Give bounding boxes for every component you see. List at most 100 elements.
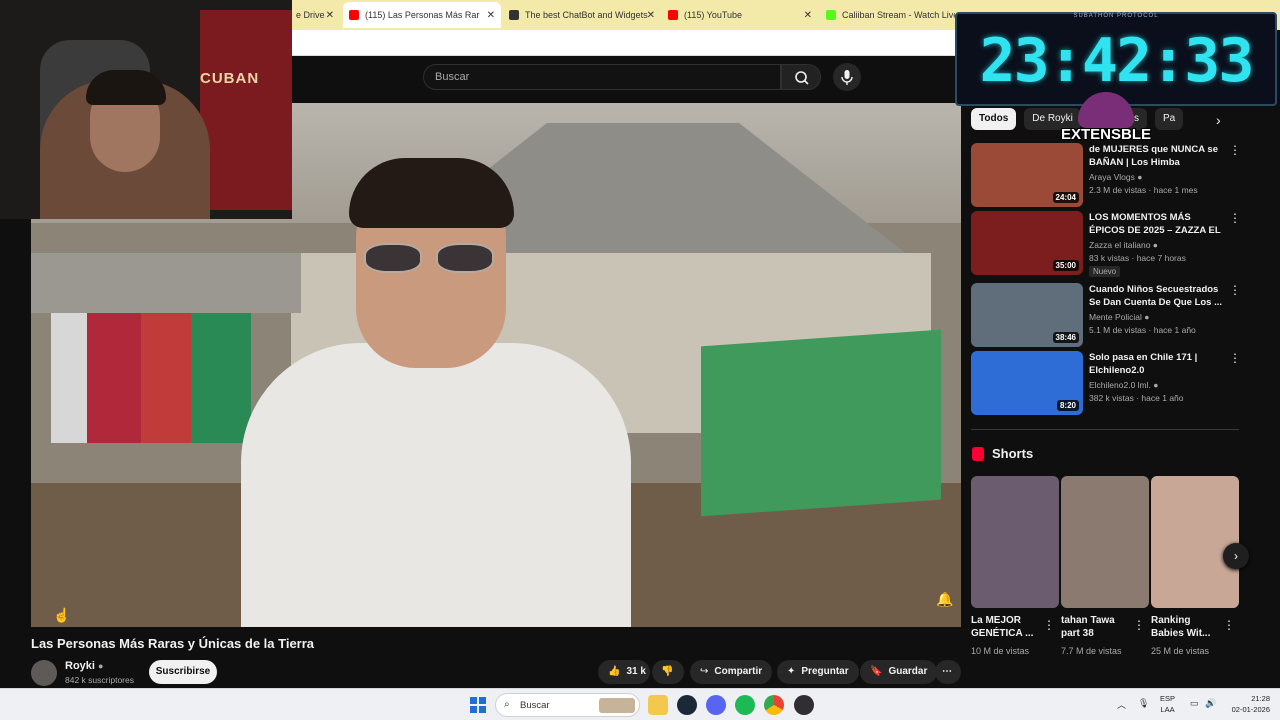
recommendation-card[interactable]: 24:04 de MUJERES que NUNCA se BAÑAN | Los… [971,143,1251,207]
shorts-next-button[interactable]: › [1223,543,1249,569]
more-actions-button[interactable]: ⋯ [935,660,961,684]
video-duration: 38:46 [1052,332,1079,343]
webcam-logo: CUBAN [200,70,260,87]
close-icon[interactable]: ✕ [487,10,495,21]
microphone-icon[interactable]: 🎙 [1138,698,1149,709]
short-thumbnail[interactable] [971,476,1059,608]
search-highlight-image [599,698,635,713]
video-duration: 8:20 [1056,400,1079,411]
recommendation-channel[interactable]: Zazza el italiano ● [1089,240,1158,250]
spotify-icon[interactable] [735,695,755,715]
voice-search-button[interactable] [833,63,861,91]
recommendation-title[interactable]: Cuando Niños Secuestrados Se Dan Cuenta … [1089,283,1227,309]
short-title[interactable]: La MEJOR GENÉTICA ... [971,614,1041,640]
timer-clock: 23:42:33 [979,26,1255,96]
recommendation-card[interactable]: 35:00 LOS MOMENTOS MÁS ÉPICOS DE 2025 – Z… [971,211,1251,277]
clock-time: 21:28 [1251,694,1270,703]
kick-icon [826,10,836,20]
more-vertical-icon[interactable]: ⋮ [1223,618,1235,632]
more-vertical-icon[interactable]: ⋮ [1229,351,1241,365]
short-title[interactable]: Ranking Babies Wit... [1151,614,1221,640]
recommendation-meta: 2.3 M de vistas · hace 1 mes [1089,185,1198,195]
close-icon[interactable]: ✕ [326,10,334,21]
channel-name[interactable]: Royki ● [65,660,103,672]
verified-icon: ● [1153,380,1159,390]
file-explorer-icon[interactable] [648,695,668,715]
recommendation-thumbnail[interactable]: 38:46 [971,283,1083,347]
volume-icon[interactable]: 🔊 [1205,698,1216,709]
short-views: 25 M de vistas [1151,646,1210,656]
tab-kick-stream[interactable]: Caliiban Stream - Watch Live o [820,2,955,28]
shorts-heading-label: Shorts [992,446,1034,461]
system-clock[interactable]: 21:28 02-01-2026 [1222,693,1270,715]
windows-start-icon[interactable] [470,697,486,713]
chip-more[interactable]: Pa [1154,108,1184,130]
short-thumbnail[interactable] [1151,476,1239,608]
steam-icon[interactable] [677,695,697,715]
streamer-webcam: CUBAN [0,0,292,219]
search-placeholder: Buscar [435,71,470,83]
chevron-up-icon[interactable]: ︿ [1117,698,1126,711]
video-duration: 35:00 [1052,260,1079,271]
tab-label: e Drive [296,10,325,20]
recommendation-channel-name: Elchileno2.0 lml. [1089,380,1151,390]
video-duration: 24:04 [1052,192,1079,203]
tab-label: (115) YouTube [684,10,743,20]
tab-youtube[interactable]: (115) YouTube ✕ [662,2,818,28]
dislike-button[interactable]: 👎 [652,660,684,684]
extensible-label: EXTENSBLE [1060,126,1151,143]
short-thumbnail[interactable] [1061,476,1149,608]
more-vertical-icon[interactable]: ⋮ [1133,618,1145,632]
notification-bell-icon[interactable]: 🔔 [936,591,953,608]
recommendation-channel[interactable]: Elchileno2.0 lml. ● [1089,380,1158,390]
video-title: Las Personas Más Raras y Únicas de la Ti… [31,636,315,651]
sidebar-divider [971,429,1239,430]
channel-avatar[interactable] [31,660,57,686]
search-button[interactable] [781,64,821,90]
ask-button[interactable]: ✦ Preguntar [777,660,859,684]
network-icon[interactable]: ▭ [1190,698,1199,709]
recommendation-title[interactable]: LOS MOMENTOS MÁS ÉPICOS DE 2025 – ZAZZA … [1089,211,1227,238]
recommendation-channel-name: Araya Vlogs [1089,172,1135,182]
subscriber-count: 842 k suscriptores [65,675,134,685]
short-title[interactable]: tahan Tawa part 38 [1061,614,1131,640]
chip-todos[interactable]: Todos [971,108,1017,130]
recommendation-title[interactable]: de MUJERES que NUNCA se BAÑAN | Los Himb… [1089,143,1227,169]
shorts-icon [972,446,984,461]
close-icon[interactable]: ✕ [647,10,655,21]
like-button[interactable]: 👍 31 k [598,660,650,684]
recommendation-thumbnail[interactable]: 24:04 [971,143,1083,207]
share-button[interactable]: ↪ Compartir [690,660,773,684]
search-icon [795,71,809,85]
tab-youtube-video[interactable]: (115) Las Personas Más Rar ✕ [343,2,501,28]
clock-date: 02-01-2026 [1231,705,1270,714]
recommendation-channel[interactable]: Mente Policial ● [1089,312,1149,322]
more-vertical-icon[interactable]: ⋮ [1229,211,1241,225]
tab-drive[interactable]: e Drive ✕ [290,2,340,28]
tab-label: The best ChatBot and Widgets [525,10,648,20]
recommendation-card[interactable]: 8:20 Solo pasa en Chile 171 | Elchileno2.… [971,351,1251,415]
tab-chatbot[interactable]: The best ChatBot and Widgets ✕ [503,2,661,28]
chrome-icon[interactable] [764,695,784,715]
subscribe-button[interactable]: Suscribirse [149,660,217,684]
recommendation-title[interactable]: Solo pasa en Chile 171 | Elchileno2.0 [1089,351,1227,377]
obs-icon[interactable] [794,695,814,715]
shorts-heading: Shorts [972,446,1033,461]
close-icon[interactable]: ✕ [804,10,812,21]
recommendation-thumbnail[interactable]: 8:20 [971,351,1083,415]
recommendation-meta: 5.1 M de vistas · hace 1 año [1089,325,1196,335]
save-button[interactable]: 🔖 Guardar [860,660,938,684]
short-views: 7.7 M de vistas [1061,646,1122,656]
more-vertical-icon[interactable]: ⋮ [1229,143,1241,157]
chevron-right-icon[interactable]: › [1216,112,1221,128]
more-vertical-icon[interactable]: ⋮ [1229,283,1241,297]
language-indicator[interactable]: ESP LAA [1160,693,1175,715]
search-input[interactable]: Buscar [423,64,781,90]
recommendation-thumbnail[interactable]: 35:00 [971,211,1083,275]
short-views: 10 M de vistas [971,646,1030,656]
taskbar-search[interactable]: ⌕ Buscar [495,693,640,717]
recommendation-channel[interactable]: Araya Vlogs ● [1089,172,1142,182]
more-vertical-icon[interactable]: ⋮ [1043,618,1055,632]
discord-icon[interactable] [706,695,726,715]
recommendation-card[interactable]: 38:46 Cuando Niños Secuestrados Se Dan Cu… [971,283,1251,347]
